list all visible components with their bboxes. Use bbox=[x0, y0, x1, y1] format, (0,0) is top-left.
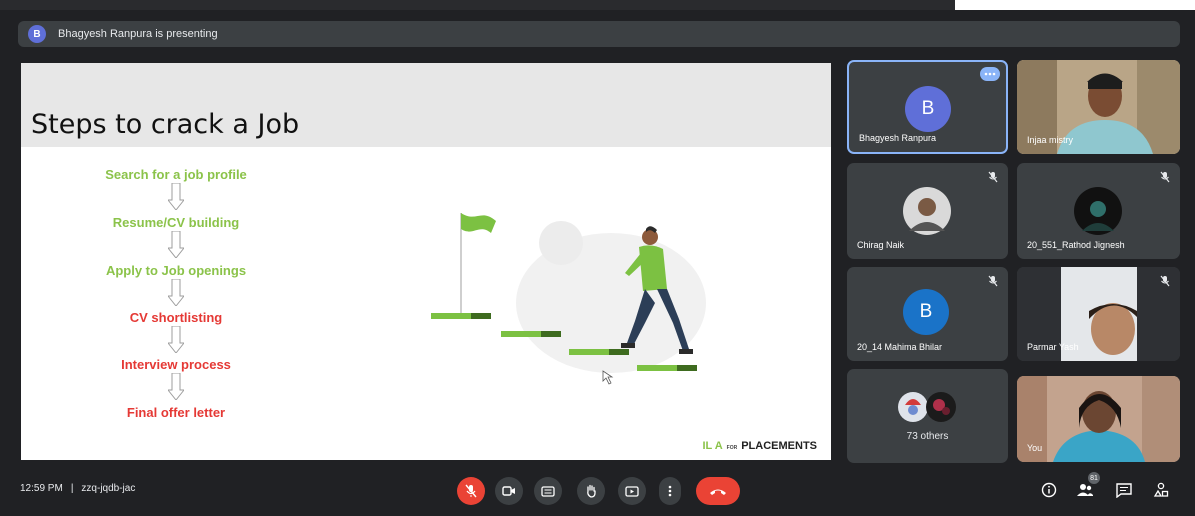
participant-name: 20_14 Mahima Bhilar bbox=[857, 342, 943, 352]
activities-icon bbox=[1153, 482, 1169, 497]
camera-icon bbox=[502, 486, 515, 496]
raise-hand-button[interactable] bbox=[577, 477, 605, 505]
step-2: Resume/CV building bbox=[112, 215, 240, 230]
step-6: Final offer letter bbox=[126, 405, 226, 420]
down-arrow-icon bbox=[168, 373, 184, 400]
avatar bbox=[1074, 187, 1122, 235]
leave-call-button[interactable] bbox=[696, 477, 740, 505]
separator: | bbox=[70, 483, 74, 494]
presenter-avatar: B bbox=[28, 25, 46, 43]
participant-name: Parmar Yash bbox=[1027, 342, 1079, 352]
meeting-code: zzq-jqdb-jac bbox=[81, 483, 136, 494]
step-4: CV shortlisting bbox=[129, 310, 223, 325]
participant-tile-rathod[interactable]: 20_551_Rathod Jignesh bbox=[1017, 163, 1180, 259]
captions-icon bbox=[541, 485, 555, 497]
participant-name: Chirag Naik bbox=[857, 240, 905, 250]
down-arrow-icon bbox=[168, 231, 184, 258]
step-5: Interview process bbox=[121, 357, 231, 372]
hang-up-icon bbox=[710, 489, 726, 495]
hand-icon bbox=[587, 484, 596, 498]
mic-toggle-button[interactable] bbox=[457, 477, 485, 505]
meeting-details-button[interactable] bbox=[1038, 479, 1060, 501]
down-arrow-icon bbox=[168, 279, 184, 306]
participant-tile-mahima[interactable]: B 20_14 Mahima Bhilar bbox=[847, 267, 1008, 361]
present-button[interactable] bbox=[618, 477, 646, 505]
participant-name: 20_551_Rathod Jignesh bbox=[1027, 240, 1125, 250]
top-strip bbox=[0, 0, 1195, 10]
brand-small: FOR bbox=[726, 445, 738, 451]
presenting-text: Bhagyesh Ranpura is presenting bbox=[58, 28, 218, 40]
mic-off-icon bbox=[1160, 275, 1170, 287]
clock-time: 12:59 PM bbox=[20, 483, 63, 494]
brand-logo: IL A FOR PLACEMENTS bbox=[702, 440, 817, 452]
more-vert-icon bbox=[668, 485, 672, 497]
present-screen-icon bbox=[625, 485, 639, 497]
activities-button[interactable] bbox=[1150, 479, 1172, 501]
down-arrow-icon bbox=[168, 326, 184, 353]
mic-off-icon bbox=[1160, 171, 1170, 183]
camera-toggle-button[interactable] bbox=[495, 477, 523, 505]
participant-tile-bhagyesh[interactable]: B Bhagyesh Ranpura bbox=[847, 60, 1008, 154]
climbing-stairs-illustration bbox=[431, 213, 706, 385]
step-1: Search for a job profile bbox=[105, 167, 247, 182]
mic-off-icon bbox=[465, 484, 477, 498]
meeting-info: 12:59 PM | zzq-jqdb-jac bbox=[20, 483, 135, 494]
chat-button[interactable] bbox=[1113, 479, 1135, 501]
avatar bbox=[903, 187, 951, 235]
chat-icon bbox=[1116, 482, 1132, 498]
shared-slide: Steps to crack a Job Search for a job pr… bbox=[21, 63, 831, 460]
others-avatars bbox=[898, 392, 956, 422]
captions-button[interactable] bbox=[534, 477, 562, 505]
brand-prefix: IL A bbox=[702, 440, 723, 452]
step-3: Apply to Job openings bbox=[105, 263, 247, 278]
presenting-bar: B Bhagyesh Ranpura is presenting bbox=[18, 21, 1180, 47]
avatar: B bbox=[905, 86, 951, 132]
down-arrow-icon bbox=[168, 183, 184, 210]
mic-off-icon bbox=[988, 275, 998, 287]
more-options-icon[interactable] bbox=[980, 67, 1000, 81]
participant-name: You bbox=[1027, 443, 1043, 453]
participant-name: Bhagyesh Ranpura bbox=[859, 133, 937, 143]
others-count: 73 others bbox=[906, 431, 949, 442]
participant-tile-parmar[interactable]: Parmar Yash bbox=[1017, 267, 1180, 361]
mic-off-icon bbox=[988, 171, 998, 183]
more-options-button[interactable] bbox=[659, 477, 681, 505]
slide-title: Steps to crack a Job bbox=[31, 109, 300, 140]
participant-name: Injaa mistry bbox=[1027, 135, 1074, 145]
top-strip-white bbox=[955, 0, 1195, 10]
avatar: B bbox=[903, 289, 949, 335]
people-icon bbox=[1077, 484, 1093, 496]
participant-tile-chirag[interactable]: Chirag Naik bbox=[847, 163, 1008, 259]
participant-tile-others[interactable]: 73 others bbox=[847, 369, 1008, 463]
info-icon bbox=[1041, 482, 1057, 498]
people-button[interactable] bbox=[1074, 479, 1096, 501]
participant-tile-injaa[interactable]: Injaa mistry bbox=[1017, 60, 1180, 154]
brand-suffix: PLACEMENTS bbox=[741, 440, 817, 452]
participant-tile-you[interactable]: You bbox=[1017, 376, 1180, 462]
